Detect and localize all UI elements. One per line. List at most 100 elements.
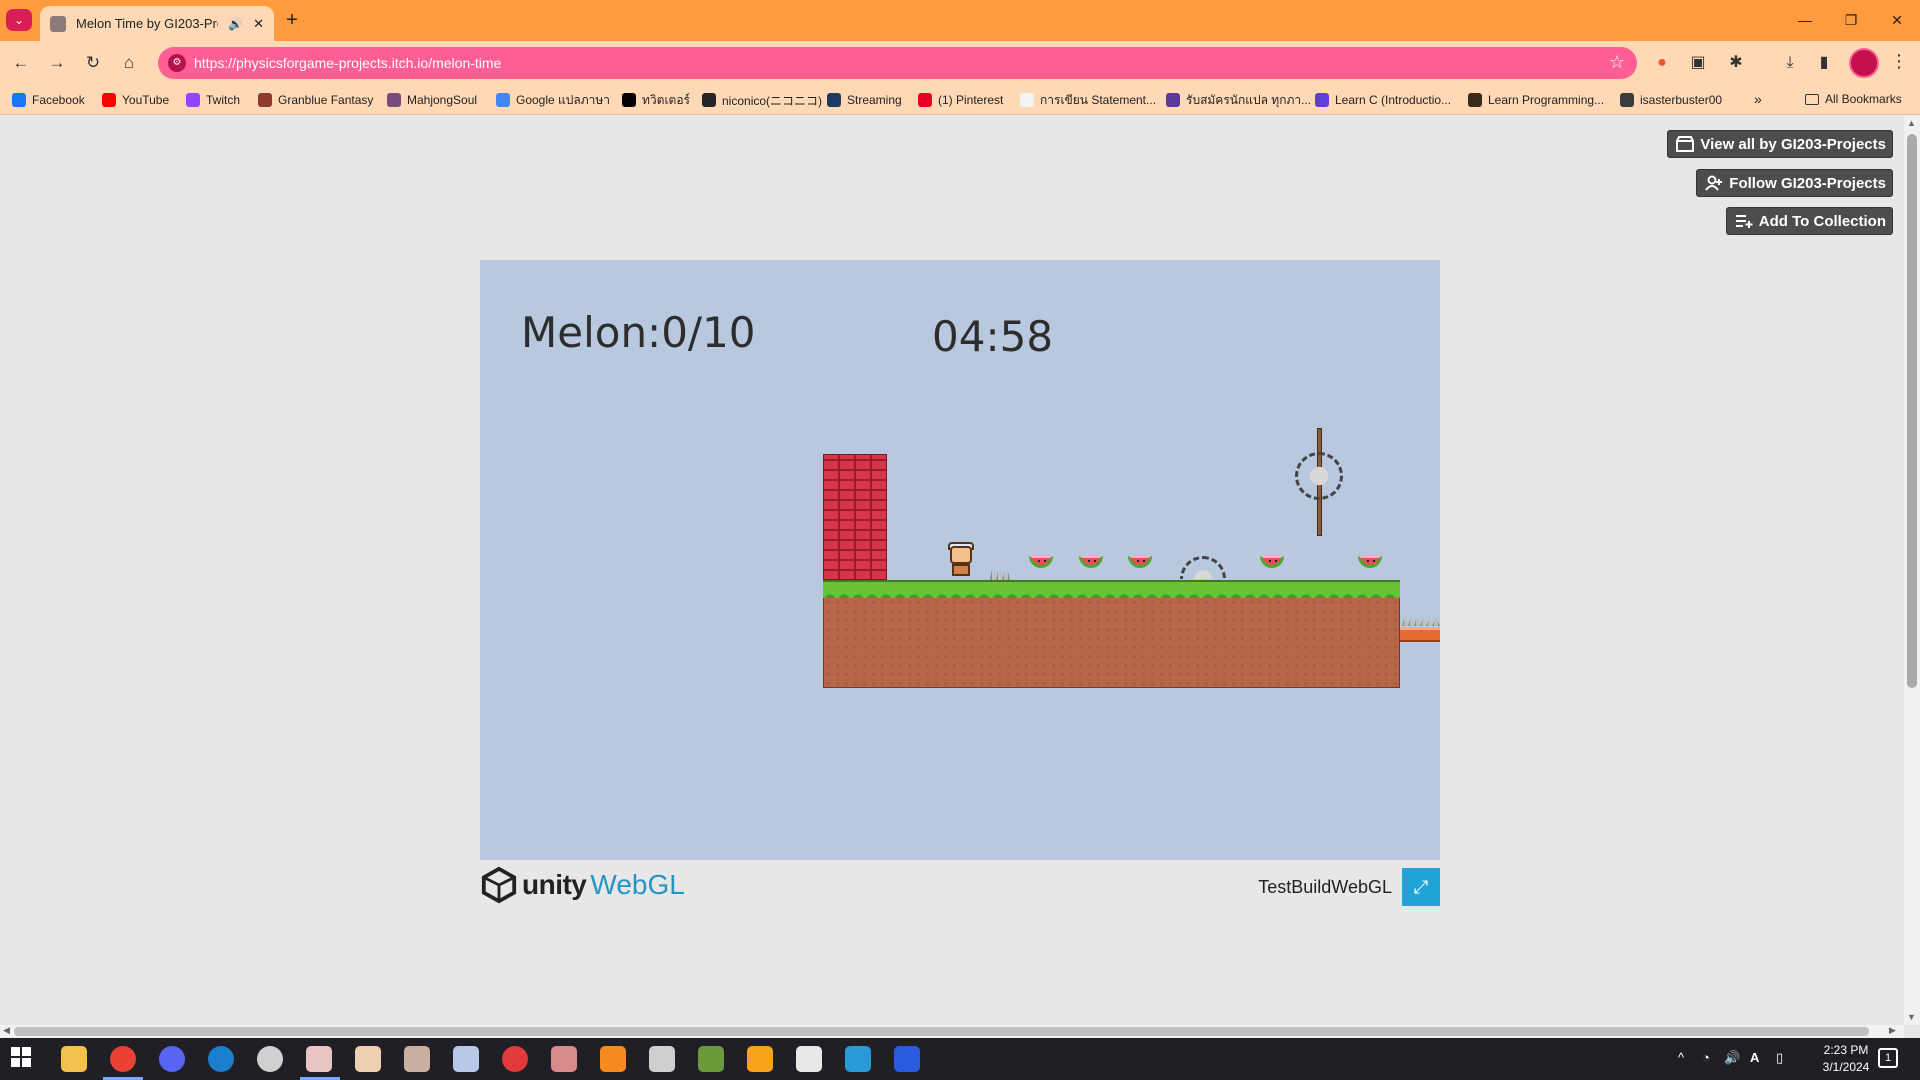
more-bookmarks-icon[interactable]: » [1754,91,1762,107]
saw-blade-moving [1295,452,1343,500]
scroll-down-icon[interactable]: ▼ [1907,1012,1916,1022]
vertical-scrollbar[interactable]: ▲ ▼ [1904,116,1920,1025]
bookmark-label: Learn Programming... [1488,93,1605,107]
m-app-icon[interactable] [845,1046,871,1072]
bookmark-pinterest[interactable]: (1) Pinterest [918,92,1003,108]
store-icon [1676,136,1695,152]
scroll-left-icon[interactable]: ◀ [3,1025,10,1036]
streaming-icon [827,93,841,107]
clock-date: 3/1/2024 [1822,1060,1870,1074]
itch-page: View all by GI203-Projects Follow GI203-… [0,116,1904,1025]
settings-icon[interactable] [649,1046,675,1072]
game-app-2-icon[interactable] [355,1046,381,1072]
tab-melon-time[interactable]: Melon Time by GI203-Proje 🔊 ✕ [40,6,274,41]
bookmark-youtube[interactable]: YouTube [102,92,169,108]
bookmark-niconico[interactable]: niconico(ニコニコ) [702,92,822,108]
bookmark-label: รับสมัครนักแปล ทุกภา... [1186,92,1312,107]
home-icon[interactable]: ⌂ [116,51,142,75]
profile-avatar[interactable] [1849,48,1879,78]
side-panel-icon[interactable]: ▮ [1812,51,1836,75]
bookmark-learn-c[interactable]: Learn C (Introductio... [1315,92,1451,108]
address-url[interactable]: https://physicsforgame-projects.itch.io/… [194,55,501,71]
bookmark-statement[interactable]: การเขียน Statement... [1020,92,1156,108]
tab-search-icon[interactable]: ⌄ [6,9,32,31]
bookmark-granblue[interactable]: Granblue Fantasy [258,92,373,108]
bookmark-label: Twitch [206,93,241,107]
bookmark-label: Streaming [847,93,902,107]
minimize-icon[interactable]: — [1782,0,1828,41]
extension-fox-icon[interactable]: ● [1650,51,1674,75]
audio-playing-icon[interactable]: 🔊 [228,17,243,31]
site-info-icon[interactable]: ⚙ [168,54,186,72]
bookmark-twitter[interactable]: ทวิตเตอร์ [622,92,690,108]
reload-icon[interactable]: ↻ [80,51,106,75]
downloads-icon[interactable]: ⤓ [1778,51,1802,75]
bookmark-mahjongsoul[interactable]: MahjongSoul [387,92,477,108]
view-all-button[interactable]: View all by GI203-Projects [1667,130,1893,158]
follow-button[interactable]: Follow GI203-Projects [1696,169,1893,197]
bookmark-streaming[interactable]: Streaming [827,92,902,108]
pinterest-icon [918,93,932,107]
blue-app-icon[interactable] [894,1046,920,1072]
restore-icon[interactable]: ❐ [1828,0,1874,41]
game-app-4-icon[interactable] [453,1046,479,1072]
back-icon[interactable]: ← [8,51,34,75]
new-tab-icon[interactable]: + [280,8,304,32]
fl-studio-icon[interactable] [747,1046,773,1072]
app-circle-icon[interactable] [257,1046,283,1072]
browser-menu-icon[interactable]: ⋮ [1890,51,1908,72]
blender-icon[interactable] [600,1046,626,1072]
file-explorer-icon[interactable] [61,1046,87,1072]
notification-center-icon[interactable]: 1 [1878,1048,1898,1068]
melon-counter: Melon:0/10 [521,308,756,357]
minecraft-icon[interactable] [698,1046,724,1072]
spike-trap-right [1402,616,1440,626]
bookmark-google-translate[interactable]: Google แปลภาษา [496,92,610,108]
bookmark-label: YouTube [122,93,170,107]
add-to-collection-button[interactable]: Add To Collection [1725,207,1893,235]
steam-icon[interactable] [208,1046,234,1072]
bookmark-twitch[interactable]: Twitch [186,92,240,108]
extensions-puzzle-icon[interactable]: ✱ [1724,51,1748,75]
bookmark-facebook[interactable]: Facebook [12,92,85,108]
bookmark-translator-recruit[interactable]: รับสมัครนักแปล ทุกภา... [1166,92,1311,108]
horizontal-scroll-thumb[interactable] [14,1027,1869,1036]
picture-in-picture-icon[interactable]: ▣ [1686,51,1710,75]
scroll-right-icon[interactable]: ▶ [1889,1025,1896,1036]
horizontal-scrollbar[interactable]: ◀ ▶ [0,1025,1904,1038]
chrome-icon[interactable] [110,1046,136,1072]
windows-start-icon[interactable] [10,1046,36,1072]
game-canvas[interactable]: Melon:0/10 04:58 [480,260,1440,860]
document-icon [1020,93,1034,107]
address-bar[interactable]: ⚙ https://physicsforgame-projects.itch.i… [158,47,1637,79]
vertical-scroll-thumb[interactable] [1907,134,1917,688]
volume-icon[interactable]: 🔊 [1724,1050,1740,1066]
show-hidden-icons[interactable]: ^ [1678,1050,1684,1065]
taskbar-clock[interactable]: 2:23 PM 3/1/2024 [1808,1042,1884,1076]
add-list-icon [1735,213,1753,229]
bookmark-star-icon[interactable]: ☆ [1609,52,1625,73]
red-app-icon[interactable] [502,1046,528,1072]
unity-hub-icon[interactable] [796,1046,822,1072]
bookmark-learn-programming[interactable]: Learn Programming... [1468,92,1604,108]
scroll-up-icon[interactable]: ▲ [1907,118,1916,128]
bookmark-isasterbuster[interactable]: isasterbuster00 [1620,92,1722,108]
tab-close-icon[interactable]: ✕ [253,16,264,32]
bookmark-label: (1) Pinterest [938,93,1004,107]
wifi-icon[interactable]: ◔ [1702,1050,1710,1065]
unity-footer: unity WebGL TestBuildWebGL ⤢ [480,866,1440,910]
bookmark-label: การเขียน Statement... [1040,92,1157,107]
discord-icon[interactable] [159,1046,185,1072]
bookmark-label: MahjongSoul [407,93,478,107]
player-body [952,564,970,576]
game-app-1-icon[interactable] [306,1046,332,1072]
window-close-icon[interactable]: ✕ [1874,0,1920,41]
tablet-mode-icon[interactable]: ▯ [1776,1050,1783,1066]
forward-icon[interactable]: → [44,51,70,75]
game-app-3-icon[interactable] [404,1046,430,1072]
niconico-icon [702,93,716,107]
all-bookmarks[interactable]: All Bookmarks [1805,92,1902,106]
fullscreen-button[interactable]: ⤢ [1402,868,1440,906]
character-app-icon[interactable] [551,1046,577,1072]
language-indicator[interactable]: A [1750,1050,1759,1065]
